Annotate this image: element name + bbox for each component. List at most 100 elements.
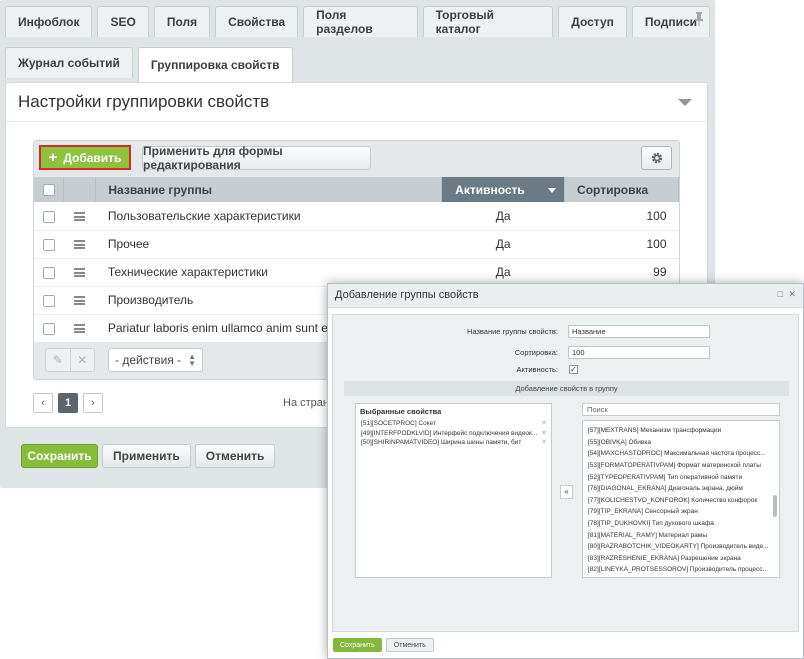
table-row[interactable]: Пользовательские характеристики Да 100 <box>34 202 679 231</box>
edit-group: ✎ ✕ <box>45 348 95 372</box>
add-button-label: Добавить <box>63 150 122 165</box>
list-item[interactable]: [53][FORMATOPERATIVPAM] Формат материнск… <box>583 461 779 473</box>
active-label: Активность: <box>516 365 558 374</box>
list-item[interactable]: [82][LINEYKA_PROTSESSOROV] Производитель… <box>583 565 779 577</box>
table-header: Название группы Активность Сортировка <box>34 177 679 202</box>
edit-icon[interactable]: ✎ <box>46 349 71 371</box>
page-title: Настройки группировки свойств <box>18 92 270 111</box>
row-checkbox-cell <box>34 286 64 315</box>
tab-access[interactable]: Доступ <box>558 6 627 37</box>
top-tab-bar: Инфоблок SEO Поля Свойства Поля разделов… <box>5 6 715 40</box>
row-drag-cell <box>63 258 96 287</box>
selected-property[interactable]: [49][INTERFPODKLVID] Интерфейс подключен… <box>356 429 551 439</box>
selected-properties-list: Выбранные свойства [51][SOCETPROC] Сокет… <box>355 403 552 578</box>
tab-property-grouping[interactable]: Группировка свойств <box>137 47 293 82</box>
selected-property-label: [49][INTERFPODKLVID] Интерфейс подключен… <box>361 429 538 437</box>
search-input[interactable]: Поиск <box>582 403 780 416</box>
list-item[interactable]: [54][MAXCHASTOPROC] Максимальная частота… <box>583 449 779 461</box>
select-all-checkbox[interactable] <box>42 184 55 197</box>
table-row[interactable]: Технические характеристики Да 99 <box>34 258 679 287</box>
drag-header-cell <box>63 177 97 202</box>
row-checkbox[interactable] <box>42 266 55 279</box>
tab-seo[interactable]: SEO <box>97 6 149 37</box>
drag-handle-icon[interactable] <box>74 240 86 250</box>
page-current[interactable]: 1 <box>58 393 78 413</box>
remove-icon[interactable]: ✕ <box>541 429 547 437</box>
add-button[interactable]: + Добавить <box>39 145 131 170</box>
dialog-cancel-button[interactable]: Отменить <box>385 638 434 652</box>
group-active: Да <box>441 258 565 287</box>
active-checkbox[interactable]: ✓ <box>569 365 578 374</box>
apply-button[interactable]: Применить <box>102 444 191 468</box>
drag-handle-icon[interactable] <box>74 268 86 278</box>
group-sort: 99 <box>564 258 679 287</box>
table-row[interactable]: Прочее Да 100 <box>34 230 679 259</box>
scrollbar-thumb[interactable] <box>773 495 777 517</box>
tab-trade-catalog[interactable]: Торговый каталог <box>422 6 554 37</box>
drag-handle-icon[interactable] <box>74 296 86 306</box>
next-page-button[interactable]: › <box>83 393 103 413</box>
column-sort[interactable]: Сортировка <box>564 177 679 202</box>
apply-to-form-button[interactable]: Применить для формы редактирования <box>142 144 371 172</box>
list-item[interactable]: [83][RAZRESHENIE_EKRANA] Разрешение экра… <box>583 554 779 566</box>
row-checkbox[interactable] <box>42 294 55 307</box>
list-item[interactable]: [79][TIP_EKRANA] Сенсорный экран <box>583 507 779 519</box>
tab-fields[interactable]: Поля <box>153 6 211 37</box>
column-active[interactable]: Активность <box>441 177 566 202</box>
selected-property[interactable]: [51][SOCETPROC] Сокет ✕ <box>356 419 551 429</box>
row-drag-cell <box>63 314 96 343</box>
list-item[interactable]: [77][KOLICHESTVO_KONFOROK] Количество ко… <box>583 496 779 508</box>
collapse-icon[interactable] <box>678 99 692 106</box>
tab-event-log[interactable]: Журнал событий <box>5 47 133 78</box>
remove-icon[interactable]: ✕ <box>541 438 547 446</box>
sort-input[interactable]: 100 <box>568 346 710 359</box>
tab-infoblock[interactable]: Инфоблок <box>5 6 93 37</box>
column-name[interactable]: Название группы <box>95 177 443 202</box>
tab-section-fields[interactable]: Поля разделов <box>303 6 418 37</box>
row-checkbox[interactable] <box>42 210 55 223</box>
selected-property[interactable]: [50][SHIRINPAMATVIDEO] Ширина шины памят… <box>356 438 551 448</box>
list-item[interactable]: [78][TIP_DUKHOVKI] Тип духового шкафа <box>583 519 779 531</box>
group-name-label: Название группы свойств: <box>466 327 558 336</box>
row-drag-cell <box>63 230 96 259</box>
group-name-input[interactable]: Название <box>568 325 710 338</box>
list-item[interactable]: [80][RAZRABOTCHIK_VIDEOKARTY] Производит… <box>583 542 779 554</box>
drag-handle-icon[interactable] <box>74 324 86 334</box>
cancel-button[interactable]: Отменить <box>194 444 276 468</box>
dialog-title: Добавление группы свойств <box>335 289 479 301</box>
row-checkbox[interactable] <box>42 322 55 335</box>
pin-icon[interactable] <box>694 12 704 26</box>
group-sort: 100 <box>564 202 679 231</box>
settings-button[interactable] <box>641 146 672 170</box>
row-checkbox[interactable] <box>42 238 55 251</box>
row-checkbox-cell <box>34 202 64 231</box>
group-name: Технические характеристики <box>95 258 442 287</box>
drag-handle-icon[interactable] <box>74 212 86 222</box>
dialog-save-button[interactable]: Сохранить <box>333 638 382 652</box>
list-item[interactable]: [52][TYPEOPERATIVPAM] Тип оперативной па… <box>583 472 779 484</box>
close-icon[interactable]: ✕ <box>788 289 796 300</box>
dialog-buttons: Сохранить Отменить <box>333 638 434 652</box>
row-drag-cell <box>63 202 96 231</box>
delete-icon[interactable]: ✕ <box>71 349 95 371</box>
gear-icon <box>651 152 662 164</box>
select-arrows-icon: ▲ ▼ <box>188 352 196 368</box>
list-item[interactable]: [76][DIAGONAL_EKRANA] Диагональ экрана, … <box>583 484 779 496</box>
selected-property-label: [51][SOCETPROC] Сокет <box>361 420 437 428</box>
list-item[interactable]: [57][MEXTRANS] Механизм трансформации <box>583 426 779 438</box>
available-properties-list: [57][MEXTRANS] Механизм трансформации [5… <box>582 420 780 578</box>
list-item[interactable]: [55][OBIVKA] Обивка <box>583 438 779 450</box>
prev-page-button[interactable]: ‹ <box>33 393 53 413</box>
tab-properties[interactable]: Свойства <box>215 6 299 37</box>
dialog-header: Добавление группы свойств □ ✕ <box>328 284 803 308</box>
move-left-button[interactable]: « <box>560 485 573 499</box>
actions-select[interactable]: - действия - ▲ ▼ <box>108 348 203 372</box>
list-item[interactable]: [81][MATERIAL_RAMY] Материал рамы <box>583 530 779 542</box>
save-button[interactable]: Сохранить <box>21 444 98 468</box>
scrollbar[interactable] <box>772 423 778 575</box>
remove-icon[interactable]: ✕ <box>541 419 547 427</box>
plus-icon: + <box>48 149 58 166</box>
maximize-icon[interactable]: □ <box>778 289 783 299</box>
second-tab-bar: Журнал событий Группировка свойств <box>5 47 298 82</box>
add-group-dialog: Добавление группы свойств □ ✕ Название г… <box>327 283 804 659</box>
